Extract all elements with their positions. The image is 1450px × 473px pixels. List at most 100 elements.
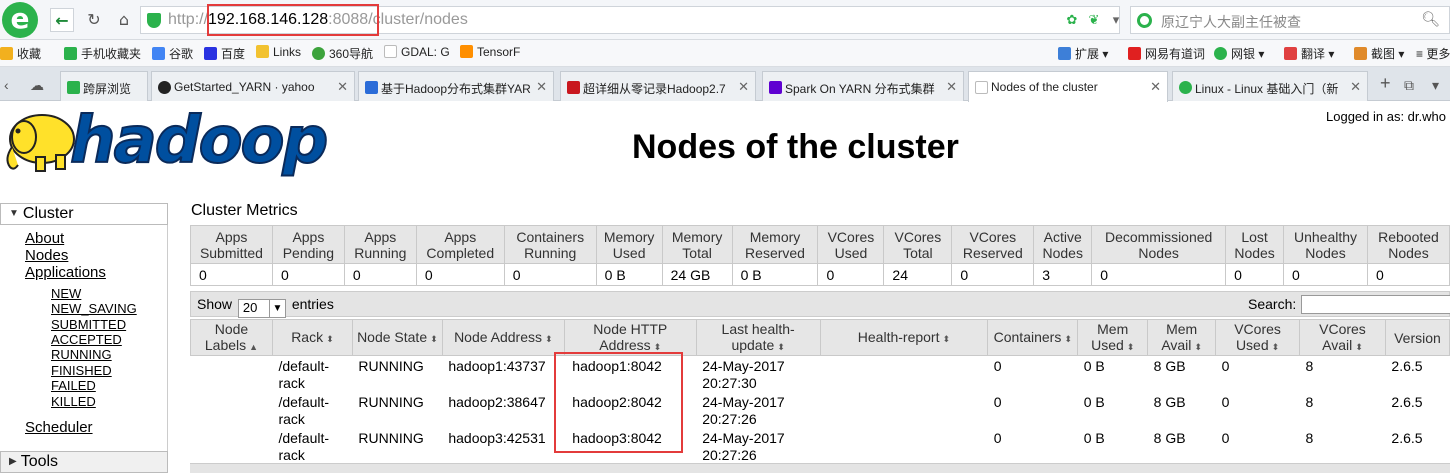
nav-link-app-finished[interactable]: FINISHED <box>51 363 112 378</box>
tab-getstarted-yarn[interactable]: GetStarted_YARN · yahoo ✕ <box>151 71 355 101</box>
table-search-input[interactable] <box>1301 295 1450 314</box>
hadoop-logo-text[interactable]: hadoop <box>69 103 329 179</box>
bookmark-mobile-favorites[interactable]: 手机收藏夹 <box>64 45 141 62</box>
nav-link-app-new-saving[interactable]: NEW_SAVING <box>51 301 137 316</box>
active-nodes-link[interactable]: 3 <box>1042 267 1050 283</box>
bookmark-google[interactable]: 谷歌 <box>152 45 193 62</box>
bookmark-links[interactable]: Links <box>256 45 301 59</box>
column-header-node-address[interactable]: Node Address ⬍ <box>441 319 565 356</box>
lost-nodes-cell: 0 <box>1225 263 1285 286</box>
leaf-icon[interactable]: ❦ <box>1086 12 1102 28</box>
tab-spark-on-yarn[interactable]: Spark On YARN 分布式集群 ✕ <box>762 71 964 101</box>
browser-logo-icon[interactable]: e <box>2 2 38 38</box>
lost-nodes-link[interactable]: 0 <box>1234 267 1242 283</box>
bookmark-label: 扩展 <box>1075 47 1100 61</box>
bookmark-favorites[interactable]: 收藏 <box>0 45 41 62</box>
tab-hadoop-yarn-article[interactable]: 基于Hadoop分布式集群YAR ✕ <box>358 71 554 101</box>
containers-running-value: 0 <box>503 263 597 286</box>
nav-link-app-failed[interactable]: FAILED <box>51 378 96 393</box>
tab-linux-basics[interactable]: Linux - Linux 基础入门（新 ✕ <box>1172 71 1368 101</box>
nav-link-nodes[interactable]: Nodes <box>25 247 68 264</box>
tab-strip: ‹ ☁ 跨屏浏览 GetStarted_YARN · yahoo ✕ 基于Hado… <box>0 67 1450 102</box>
close-icon[interactable]: ✕ <box>536 79 547 95</box>
bookmark-tensorflow[interactable]: TensorF <box>460 45 520 59</box>
left-navigation: ▼ Cluster About Nodes Applications NEW NE… <box>0 203 168 473</box>
column-header-node-labels[interactable]: Node Labels ▲ <box>190 319 273 356</box>
column-header-rack[interactable]: Rack ⬍ <box>271 319 353 356</box>
close-icon[interactable]: ✕ <box>946 79 957 95</box>
translate-menu[interactable]: 翻译 ▾ <box>1284 45 1334 62</box>
tab-label: GetStarted_YARN · yahoo <box>174 80 315 94</box>
bookmark-baidu[interactable]: 百度 <box>204 45 245 62</box>
column-header-mem-avail[interactable]: Mem Avail ⬍ <box>1147 319 1217 356</box>
screenshot-menu[interactable]: 截图 ▾ <box>1354 45 1404 62</box>
containers-cell: 0 <box>993 430 1002 446</box>
bookmark-gdal[interactable]: GDAL: G <box>384 45 450 59</box>
column-header-mem-used[interactable]: Mem Used ⬍ <box>1077 319 1149 356</box>
nav-link-app-submitted[interactable]: SUBMITTED <box>51 317 126 332</box>
restore-tabs-icon[interactable]: ⧉ <box>1404 77 1414 94</box>
new-tab-button[interactable]: + <box>1380 73 1391 94</box>
search-box[interactable]: 原辽宁人大副主任被查 🔍︎ <box>1130 6 1450 34</box>
active-nodes-cell: 3 <box>1033 263 1093 286</box>
column-header-containers[interactable]: Containers ⬍ <box>987 319 1079 356</box>
home-button[interactable]: ⌂ <box>112 8 136 32</box>
nav-section-cluster[interactable]: ▼ Cluster <box>0 203 168 225</box>
more-menu[interactable]: ≡ 更多 <box>1416 45 1450 62</box>
dropdown-chevron-icon[interactable]: ▾ <box>1108 12 1124 28</box>
vcores-used-value: 0 <box>817 263 885 286</box>
column-header-node-state[interactable]: Node State ⬍ <box>351 319 443 356</box>
column-header-node-http-address[interactable]: Node HTTP Address ⬍ <box>563 319 697 356</box>
github-icon <box>158 81 171 94</box>
column-header-version[interactable]: Version <box>1384 319 1450 356</box>
youdao-dict-button[interactable]: 网易有道词 <box>1128 45 1205 62</box>
cloud-icon[interactable]: ☁ <box>30 77 44 94</box>
last-health-update-cell: 24-May-2017 20:27:30 <box>702 358 785 391</box>
nav-link-app-accepted[interactable]: ACCEPTED <box>51 332 122 347</box>
close-icon[interactable]: ✕ <box>337 79 348 95</box>
online-bank-menu[interactable]: 网银 ▾ <box>1214 45 1264 62</box>
unhealthy-nodes-link[interactable]: 0 <box>1292 267 1300 283</box>
nodes-header-row: Node Labels ▲ Rack ⬍ Node State ⬍ Node Addr… <box>190 319 1450 356</box>
back-button[interactable]: ← <box>50 8 74 32</box>
tab-scroll-left-icon[interactable]: ‹ <box>4 77 9 93</box>
logged-in-status: Logged in as: dr.who <box>1326 109 1446 124</box>
column-header-vcores-avail[interactable]: VCores Avail ⬍ <box>1299 319 1386 356</box>
tab-cross-screen[interactable]: 跨屏浏览 <box>60 71 148 101</box>
memory-used-value: 0 B <box>595 263 663 286</box>
tab-hadoop-from-zero[interactable]: 超详细从零记录Hadoop2.7 ✕ <box>560 71 756 101</box>
nav-section-tools[interactable]: ▶ Tools <box>0 451 168 473</box>
search-input[interactable]: 原辽宁人大副主任被查 <box>1161 12 1301 32</box>
tab-label: Nodes of the cluster <box>991 80 1098 94</box>
close-icon[interactable]: ✕ <box>738 79 749 95</box>
tab-nodes-of-the-cluster[interactable]: Nodes of the cluster ✕ <box>968 71 1168 102</box>
nav-link-scheduler[interactable]: Scheduler <box>25 419 93 436</box>
settings-flower-icon[interactable]: ✿ <box>1064 12 1080 28</box>
node-labels-cell <box>191 392 273 428</box>
rebooted-nodes-link[interactable]: 0 <box>1376 267 1384 283</box>
column-header-last-health-update[interactable]: Last health-update ⬍ <box>695 319 821 356</box>
column-header-vcores-used[interactable]: VCores Used ⬍ <box>1215 319 1301 356</box>
nav-link-app-killed[interactable]: KILLED <box>51 394 96 409</box>
nav-link-about[interactable]: About <box>25 230 64 247</box>
metrics-header: Unhealthy Nodes <box>1283 225 1368 264</box>
nav-link-applications[interactable]: Applications <box>25 264 106 281</box>
entries-select[interactable]: 20 ▼ <box>237 299 286 318</box>
column-header-health-report[interactable]: Health-report ⬍ <box>819 319 989 356</box>
close-icon[interactable]: ✕ <box>1350 79 1361 95</box>
reload-button[interactable]: ↻ <box>82 8 106 32</box>
memory-reserved-value: 0 B <box>731 263 819 286</box>
nav-link-app-new[interactable]: NEW <box>51 286 81 301</box>
bookmark-label: 网易有道词 <box>1145 47 1206 61</box>
close-icon[interactable]: ✕ <box>1150 79 1161 95</box>
tab-list-icon[interactable]: ▾ <box>1432 77 1439 94</box>
search-icon[interactable]: 🔍︎ <box>1421 10 1440 28</box>
bookmark-label: GDAL: G <box>401 45 450 59</box>
extensions-menu[interactable]: 扩展 ▾ <box>1058 45 1108 62</box>
decommissioned-nodes-link[interactable]: 0 <box>1100 267 1108 283</box>
search-engine-icon[interactable] <box>1137 13 1152 28</box>
apps-running-value: 0 <box>343 263 417 286</box>
bookmark-360[interactable]: 360导航 <box>312 45 373 62</box>
tab-label: 跨屏浏览 <box>83 82 132 96</box>
nav-link-app-running[interactable]: RUNNING <box>51 347 112 362</box>
